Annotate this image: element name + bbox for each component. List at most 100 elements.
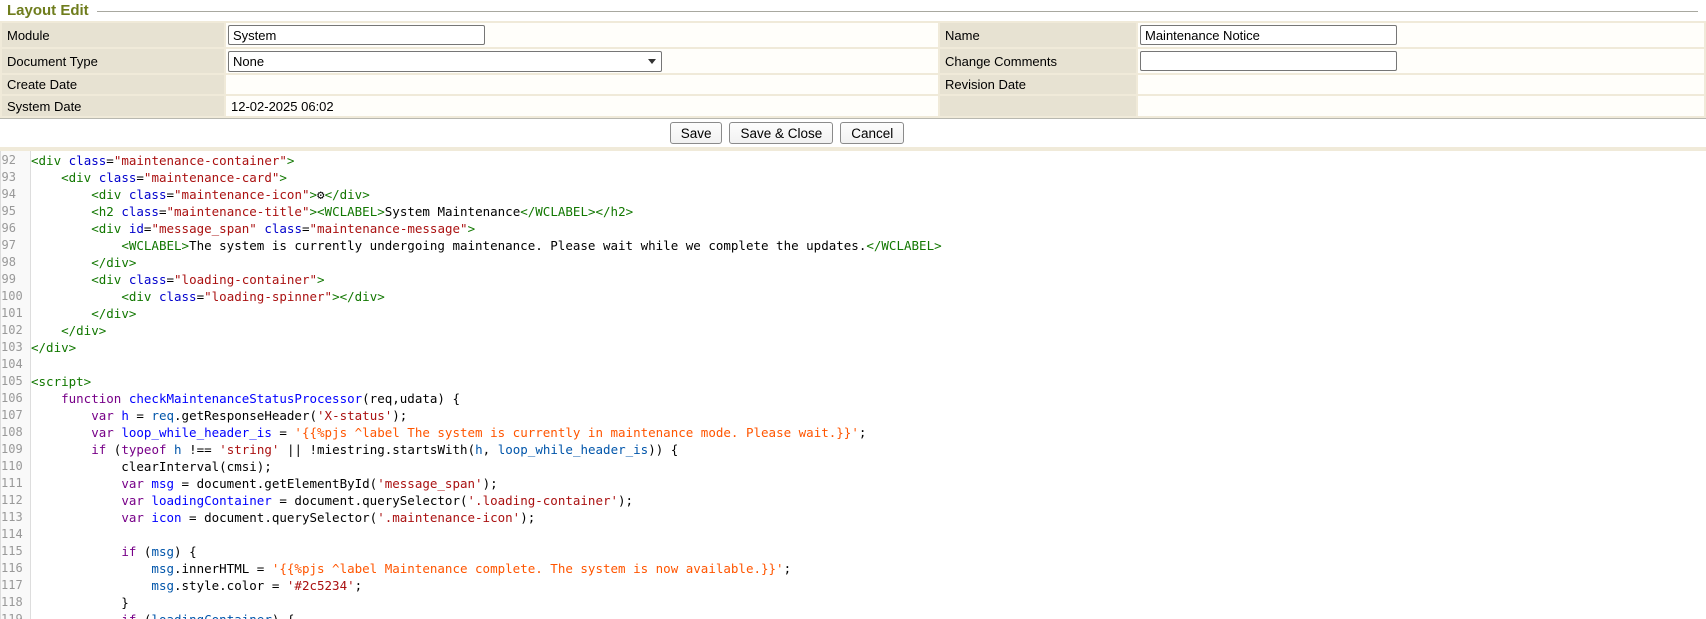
system-date-value: 12-02-2025 06:02 <box>228 99 334 114</box>
field-label-module: Module <box>2 23 224 47</box>
code-line[interactable]: 105<script> <box>1 374 1706 391</box>
code-line[interactable]: 106 function checkMaintenanceStatusProce… <box>1 391 1706 408</box>
code-line[interactable]: 102 </div> <box>1 323 1706 340</box>
line-number: 116 <box>1 561 26 578</box>
line-number: 99 <box>1 272 26 289</box>
line-number: 114 <box>1 527 26 544</box>
line-number: 97 <box>1 238 26 255</box>
code-text: var loop_while_header_is = '{{%pjs ^labe… <box>26 425 866 442</box>
field-cell-change-comments <box>1138 49 1704 73</box>
code-text: msg.innerHTML = '{{%pjs ^label Maintenan… <box>26 561 791 578</box>
line-number: 101 <box>1 306 26 323</box>
code-text: var icon = document.querySelector('.main… <box>26 510 535 527</box>
code-text: </div> <box>26 255 136 272</box>
code-line[interactable]: 103</div> <box>1 340 1706 357</box>
code-editor[interactable]: 92<div class="maintenance-container">93 … <box>0 151 1706 619</box>
code-line[interactable]: 116 msg.innerHTML = '{{%pjs ^label Maint… <box>1 561 1706 578</box>
code-text: <div class="maintenance-card"> <box>26 170 287 187</box>
line-number: 94 <box>1 187 26 204</box>
field-cell-name <box>1138 23 1704 47</box>
field-cell-empty <box>1138 96 1704 116</box>
code-text: <div class="loading-spinner"></div> <box>26 289 385 306</box>
code-line[interactable]: 99 <div class="loading-container"> <box>1 272 1706 289</box>
code-text: <div class="loading-container"> <box>26 272 325 289</box>
field-label-revision-date: Revision Date <box>940 75 1136 94</box>
code-text: <div class="maintenance-container"> <box>26 153 294 170</box>
line-number: 92 <box>1 153 26 170</box>
code-line[interactable]: 107 var h = req.getResponseHeader('X-sta… <box>1 408 1706 425</box>
name-input[interactable] <box>1140 25 1397 45</box>
code-line[interactable]: 93 <div class="maintenance-card"> <box>1 170 1706 187</box>
save-and-close-button[interactable]: Save & Close <box>729 122 833 144</box>
title-rule <box>97 11 1698 13</box>
code-line[interactable]: 92<div class="maintenance-container"> <box>1 153 1706 170</box>
line-number: 110 <box>1 459 26 476</box>
code-line[interactable]: 112 var loadingContainer = document.quer… <box>1 493 1706 510</box>
code-line[interactable]: 115 if (msg) { <box>1 544 1706 561</box>
code-line[interactable]: 100 <div class="loading-spinner"></div> <box>1 289 1706 306</box>
line-number: 111 <box>1 476 26 493</box>
code-line[interactable]: 104 <box>1 357 1706 374</box>
field-label-empty <box>940 96 1136 116</box>
code-line[interactable]: 97 <WCLABEL>The system is currently unde… <box>1 238 1706 255</box>
code-line[interactable]: 114 <box>1 527 1706 544</box>
code-text: var msg = document.getElementById('messa… <box>26 476 498 493</box>
code-text <box>26 527 31 544</box>
field-cell-module <box>226 23 938 47</box>
layout-edit-form: Module Name Document Type None Change Co… <box>0 21 1706 119</box>
cancel-button[interactable]: Cancel <box>840 122 904 144</box>
line-number: 96 <box>1 221 26 238</box>
line-number: 93 <box>1 170 26 187</box>
field-cell-system-date: 12-02-2025 06:02 <box>226 96 938 116</box>
code-text: <div class="maintenance-icon">⚙</div> <box>26 187 370 204</box>
code-text: if (loadingContainer) { <box>26 612 294 619</box>
field-label-document-type: Document Type <box>2 49 224 73</box>
code-lines: 92<div class="maintenance-container">93 … <box>1 151 1706 619</box>
field-cell-document-type: None <box>226 49 938 73</box>
code-line[interactable]: 96 <div id="message_span" class="mainten… <box>1 221 1706 238</box>
code-text: <div id="message_span" class="maintenanc… <box>26 221 475 238</box>
code-line[interactable]: 95 <h2 class="maintenance-title"><WCLABE… <box>1 204 1706 221</box>
line-number: 104 <box>1 357 26 374</box>
save-button[interactable]: Save <box>670 122 723 144</box>
field-label-create-date: Create Date <box>2 75 224 94</box>
module-input[interactable] <box>228 25 485 45</box>
code-text: <h2 class="maintenance-title"><WCLABEL>S… <box>26 204 633 221</box>
page-title: Layout Edit <box>7 2 89 19</box>
code-text: <WCLABEL>The system is currently undergo… <box>26 238 942 255</box>
document-type-select[interactable]: None <box>228 51 662 72</box>
code-text: clearInterval(cmsi); <box>26 459 272 476</box>
line-number: 106 <box>1 391 26 408</box>
action-button-bar: Save Save & Close Cancel <box>0 119 1706 147</box>
header: Layout Edit <box>0 0 1706 21</box>
code-text: if (typeof h !== 'string' || !miestring.… <box>26 442 678 459</box>
field-label-change-comments: Change Comments <box>940 49 1136 73</box>
code-line[interactable]: 108 var loop_while_header_is = '{{%pjs ^… <box>1 425 1706 442</box>
line-number: 118 <box>1 595 26 612</box>
line-number: 112 <box>1 493 26 510</box>
code-text: msg.style.color = '#2c5234'; <box>26 578 362 595</box>
field-cell-create-date <box>226 75 938 94</box>
code-text: function checkMaintenanceStatusProcessor… <box>26 391 460 408</box>
code-line[interactable]: 117 msg.style.color = '#2c5234'; <box>1 578 1706 595</box>
code-text: </div> <box>26 323 106 340</box>
field-label-system-date: System Date <box>2 96 224 116</box>
code-line[interactable]: 109 if (typeof h !== 'string' || !miestr… <box>1 442 1706 459</box>
code-line[interactable]: 119 if (loadingContainer) { <box>1 612 1706 619</box>
code-line[interactable]: 113 var icon = document.querySelector('.… <box>1 510 1706 527</box>
code-text: </div> <box>26 340 76 357</box>
change-comments-input[interactable] <box>1140 51 1397 71</box>
line-number: 107 <box>1 408 26 425</box>
line-number: 103 <box>1 340 26 357</box>
line-number: 102 <box>1 323 26 340</box>
field-cell-revision-date <box>1138 75 1704 94</box>
code-line[interactable]: 118 } <box>1 595 1706 612</box>
code-line[interactable]: 101 </div> <box>1 306 1706 323</box>
code-line[interactable]: 111 var msg = document.getElementById('m… <box>1 476 1706 493</box>
code-text: } <box>26 595 129 612</box>
code-line[interactable]: 94 <div class="maintenance-icon">⚙</div> <box>1 187 1706 204</box>
code-line[interactable]: 98 </div> <box>1 255 1706 272</box>
code-text: var loadingContainer = document.querySel… <box>26 493 633 510</box>
code-line[interactable]: 110 clearInterval(cmsi); <box>1 459 1706 476</box>
code-text: if (msg) { <box>26 544 197 561</box>
